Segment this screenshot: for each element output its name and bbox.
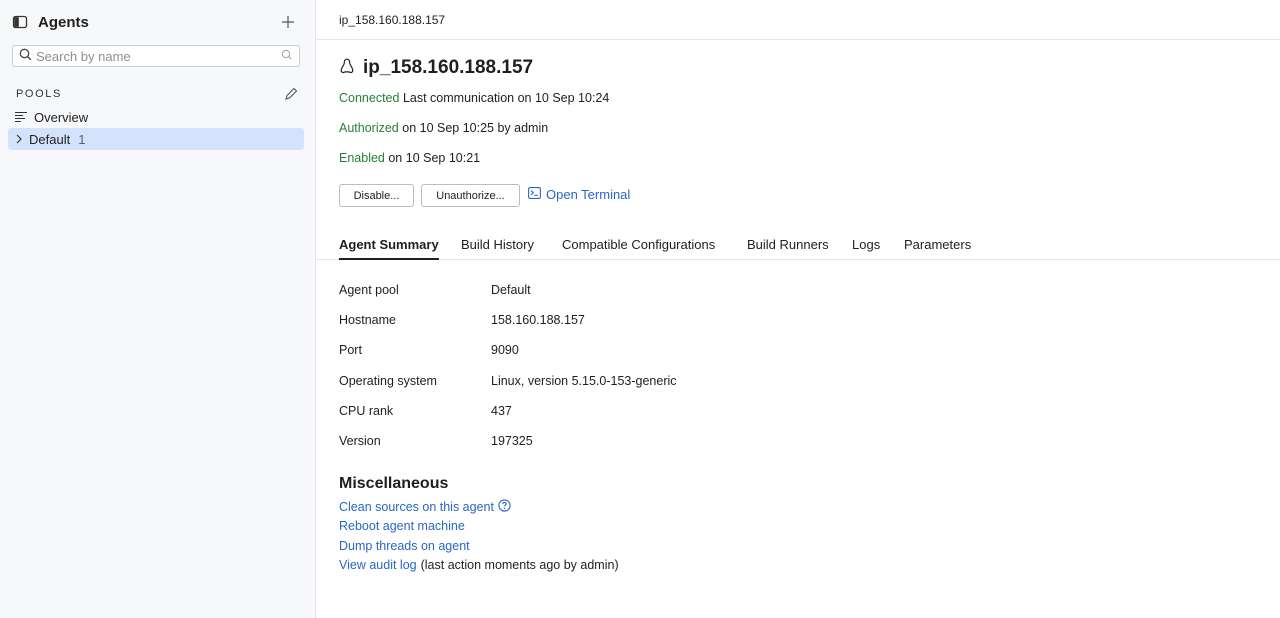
dump-threads-row: Dump threads on agent — [339, 539, 470, 553]
search-input[interactable] — [36, 48, 272, 64]
authorized-badge: Authorized — [339, 121, 399, 135]
summary-row: Port 9090 — [339, 343, 939, 363]
clean-sources-row: Clean sources on this agent — [339, 499, 511, 515]
agent-name: ip_158.160.188.157 — [363, 57, 534, 78]
summary-row: Version 197325 — [339, 434, 939, 454]
open-terminal-link[interactable]: Open Terminal — [528, 187, 630, 202]
clean-sources-link[interactable]: Clean sources on this agent — [339, 500, 494, 514]
sidebar: Agents POOLS Overview Default 1 — [0, 0, 316, 618]
tab-compatible-configurations[interactable]: Compatible Configurations — [562, 237, 715, 260]
main-content: ip_158.160.188.157 ip_158.160.188.157 Co… — [316, 0, 1280, 618]
pencil-icon[interactable] — [283, 86, 299, 102]
plus-icon[interactable] — [276, 10, 300, 34]
tab-parameters[interactable]: Parameters — [904, 237, 971, 260]
connected-badge: Connected — [339, 91, 400, 105]
connected-detail: Last communication on 10 Sep 10:24 — [402, 91, 610, 105]
summary-key: Agent pool — [339, 283, 399, 297]
terminal-icon — [528, 187, 541, 202]
authorization-status: Authorized on 10 Sep 10:25 by admin — [339, 121, 548, 135]
agent-pool-link[interactable]: Default — [491, 283, 531, 297]
search-icon — [19, 48, 32, 64]
summary-row: Hostname 158.160.188.157 — [339, 313, 939, 333]
linux-icon — [339, 58, 355, 78]
list-icon — [15, 110, 28, 125]
tab-build-runners[interactable]: Build Runners — [747, 237, 829, 260]
summary-key: Version — [339, 434, 381, 448]
breadcrumb: ip_158.160.188.157 — [316, 0, 1280, 40]
summary-row: CPU rank 437 — [339, 404, 939, 424]
enabled-status: Enabled on 10 Sep 10:21 — [339, 151, 480, 165]
summary-row: Operating system Linux, version 5.15.0-1… — [339, 374, 939, 394]
miscellaneous-heading: Miscellaneous — [339, 475, 449, 492]
enabled-badge: Enabled — [339, 151, 385, 165]
pool-agent-count: 1 — [78, 131, 86, 147]
reboot-row: Reboot agent machine — [339, 519, 465, 533]
summary-key: Port — [339, 343, 362, 357]
sidebar-item-label: Overview — [34, 109, 89, 125]
help-icon[interactable] — [498, 499, 511, 515]
tab-build-history[interactable]: Build History — [461, 237, 534, 260]
sidebar-header: Agents — [12, 10, 302, 34]
connection-status: Connected Last communication on 10 Sep 1… — [339, 91, 609, 105]
sidebar-title: Agents — [38, 13, 89, 31]
open-terminal-label: Open Terminal — [546, 187, 631, 202]
summary-value: 437 — [491, 404, 512, 418]
reboot-agent-link[interactable]: Reboot agent machine — [339, 519, 465, 533]
enabled-detail: on 10 Sep 10:21 — [388, 151, 481, 165]
summary-key: Hostname — [339, 313, 396, 327]
tab-logs[interactable]: Logs — [852, 237, 880, 260]
sidebar-item-default[interactable]: Default 1 — [8, 128, 304, 150]
chevron-right-icon[interactable] — [15, 132, 23, 147]
sidebar-item-label: Default — [29, 131, 71, 147]
page-title: ip_158.160.188.157 — [339, 57, 533, 79]
audit-log-row: View audit log (last action moments ago … — [339, 558, 619, 572]
search-field — [12, 45, 300, 67]
authorized-detail: on 10 Sep 10:25 by admin — [402, 121, 549, 135]
dump-threads-link[interactable]: Dump threads on agent — [339, 539, 470, 553]
summary-key: CPU rank — [339, 404, 394, 418]
tab-agent-summary[interactable]: Agent Summary — [339, 237, 439, 260]
pools-heading: POOLS — [16, 88, 62, 100]
sidebar-toggle-icon[interactable] — [12, 14, 28, 30]
summary-value: Linux, version 5.15.0-153-generic — [491, 374, 677, 388]
clear-search-icon[interactable] — [281, 49, 293, 64]
sidebar-item-overview[interactable]: Overview — [8, 106, 304, 128]
tab-bar: Agent Summary Build History Compatible C… — [316, 235, 1280, 260]
summary-value: 9090 — [491, 343, 519, 357]
summary-value: 197325 — [491, 434, 533, 448]
unauthorize-button[interactable]: Unauthorize... — [421, 184, 520, 207]
summary-key: Operating system — [339, 374, 437, 388]
audit-log-note: (last action moments ago by admin) — [420, 558, 619, 572]
summary-value: 158.160.188.157 — [491, 313, 585, 327]
view-audit-log-link[interactable]: View audit log — [339, 558, 417, 572]
summary-row: Agent pool Default — [339, 283, 939, 303]
disable-button[interactable]: Disable... — [339, 184, 414, 207]
